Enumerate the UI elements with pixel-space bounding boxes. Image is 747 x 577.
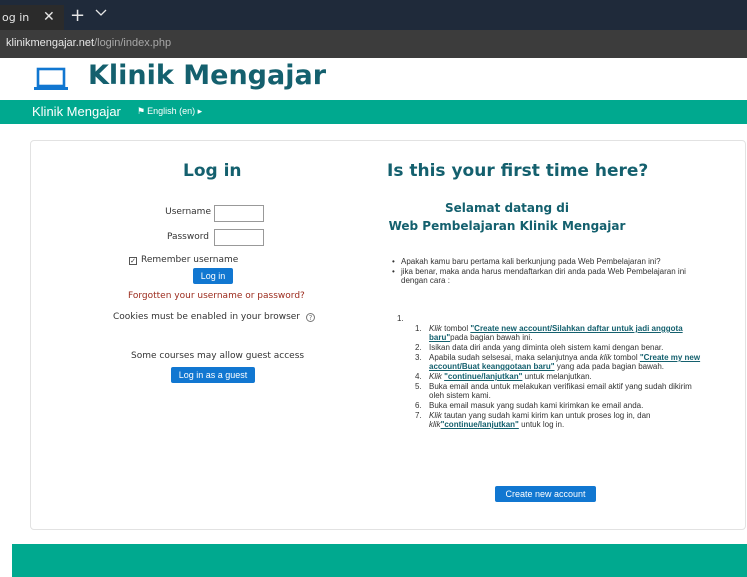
intro-bullets: Apakah kamu baru pertama kali berkunjung… <box>392 257 700 286</box>
step-item: 5. Buka email anda untuk melakukan verifi… <box>415 382 692 400</box>
step-text: klik <box>429 420 441 429</box>
address-bar[interactable]: klinikmengajar.net/login/index.php <box>0 30 747 58</box>
login-panel: Log in Username Password ✓ Remember usern… <box>30 140 746 530</box>
step-text: klik <box>599 353 612 362</box>
language-label: English (en) <box>147 106 196 116</box>
step-text: Klik <box>429 372 442 381</box>
chevron-down-icon[interactable] <box>95 8 107 18</box>
help-icon[interactable]: ? <box>306 313 316 322</box>
close-icon[interactable]: ✕ <box>43 5 55 30</box>
step-text: untuk melanjutkan. <box>524 372 592 381</box>
intro-bullet: jika benar, maka anda harus mendaftarkan… <box>392 267 700 285</box>
new-tab-icon[interactable]: + <box>70 7 85 25</box>
browser-tab[interactable]: og in ✕ <box>0 5 64 30</box>
cookies-note: Cookies must be enabled in your browser? <box>113 312 316 322</box>
step-text: untuk log in. <box>521 420 565 429</box>
forgot-password-link[interactable]: Forgotten your username or password? <box>128 291 305 301</box>
welcome-line-1: Selamat datang di <box>444 201 570 215</box>
continue-link[interactable]: "continue/lanjutkan" <box>441 420 519 429</box>
step-text: pada bagian bawah ini. <box>450 333 533 342</box>
create-account-button[interactable]: Create new account <box>495 486 596 502</box>
step-text: Klik <box>429 411 442 420</box>
url-path: /login/index.php <box>94 37 172 49</box>
password-label: Password <box>166 232 209 242</box>
step-item: 2. Isikan data diri anda yang diminta ole… <box>415 343 664 352</box>
step-text: Apabila sudah selsesai, maka selanjutnya… <box>429 353 598 362</box>
intro-bullet: Apakah kamu baru pertama kali berkunjung… <box>392 257 700 266</box>
step-text: tombol <box>444 324 469 333</box>
password-input[interactable] <box>214 229 264 246</box>
step-item: 4. Klik "continue/lanjutkan" untuk melanj… <box>415 372 592 381</box>
login-button[interactable]: Log in <box>193 268 233 284</box>
browser-tab-bar: og in ✕ + <box>0 0 747 30</box>
step-text: tombol <box>613 353 638 362</box>
guest-note: Some courses may allow guest access <box>131 351 305 361</box>
cookies-text: Cookies must be enabled in your browser <box>113 312 301 322</box>
first-time-title: Is this your first time here? <box>387 161 649 181</box>
welcome-line-2: Web Pembelajaran Klinik Mengajar <box>388 219 626 233</box>
username-input[interactable] <box>214 205 264 222</box>
url-host: klinikmengajar.net <box>6 37 95 49</box>
list-number: 1. <box>397 314 404 323</box>
remember-label: Remember username <box>141 255 239 265</box>
step-text: Buka email masuk yang sudah kami kirimka… <box>429 401 644 410</box>
step-item: 1. Klik tombol "Create new account/Silahk… <box>415 324 683 342</box>
laptop-icon[interactable] <box>34 67 68 91</box>
language-menu[interactable]: ⚑ English (en) ▸ <box>137 106 202 117</box>
site-title[interactable]: Klinik Mengajar <box>88 60 326 91</box>
username-label: Username <box>165 207 211 217</box>
site-footer <box>12 544 747 577</box>
flag-icon: ⚑ <box>137 106 146 116</box>
step-text: Buka email anda untuk melakukan verifika… <box>429 382 692 400</box>
login-title: Log in <box>183 161 242 181</box>
url-text[interactable]: klinikmengajar.net/login/index.php <box>6 37 171 49</box>
step-item: 6. Buka email masuk yang sudah kami kirim… <box>415 401 644 410</box>
step-text: tautan yang sudah kami kirim kan untuk p… <box>444 411 651 420</box>
step-text: yang ada pada bagian bawah. <box>556 362 665 371</box>
continue-link[interactable]: "continue/lanjutkan" <box>444 372 522 381</box>
signup-steps: 1. Klik tombol "Create new account/Silahk… <box>415 324 705 430</box>
tab-title: og in <box>2 11 30 24</box>
step-item: 7. Klik tautan yang sudah kami kirim kan … <box>415 411 651 429</box>
guest-login-button[interactable]: Log in as a guest <box>171 367 255 383</box>
checkbox-icon[interactable]: ✓ <box>129 257 137 265</box>
nav-brand-link[interactable]: Klinik Mengajar <box>32 104 121 119</box>
step-item: 3. Apabila sudah selsesai, maka selanjutn… <box>415 353 701 371</box>
step-text: Klik <box>429 324 442 333</box>
remember-username[interactable]: ✓ Remember username <box>129 255 238 265</box>
step-text: Isikan data diri anda yang diminta oleh … <box>429 343 664 352</box>
site-header: Klinik Mengajar <box>0 58 747 100</box>
navbar: Klinik Mengajar ⚑ English (en) ▸ <box>0 100 747 124</box>
